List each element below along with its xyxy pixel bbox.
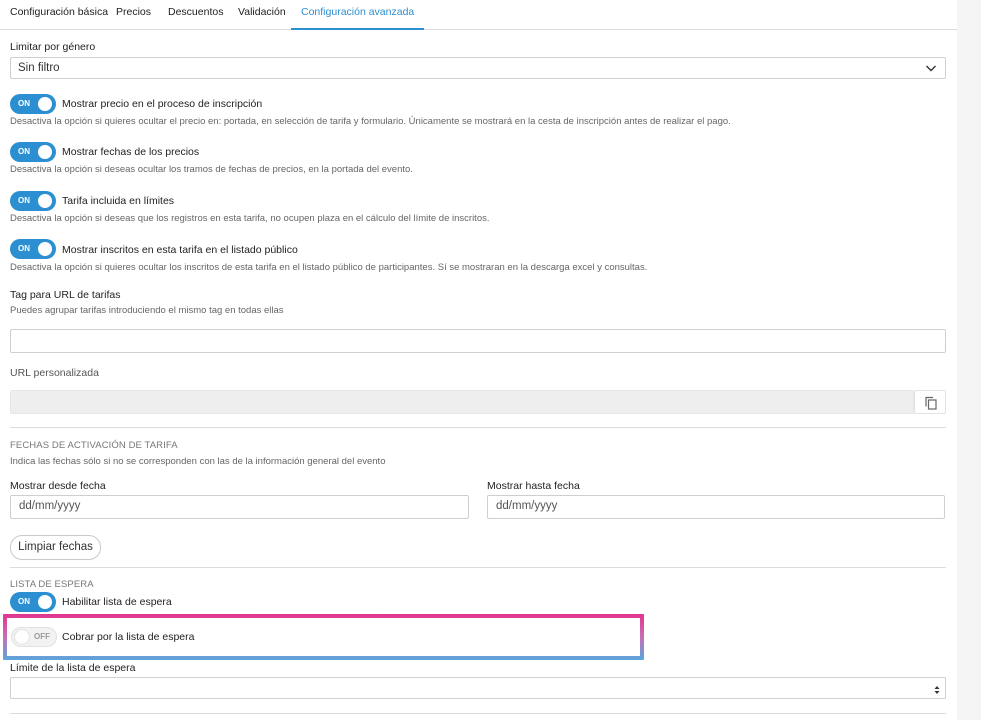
tab-advanced-config[interactable]: Configuración avanzada xyxy=(291,0,425,30)
toggle-knob xyxy=(38,242,52,256)
spinner-arrows-icon[interactable] xyxy=(933,684,941,696)
tag-help: Puedes agrupar tarifas introduciendo el … xyxy=(10,305,284,316)
show-price-label: Mostrar precio en el proceso de inscripc… xyxy=(62,98,263,110)
toggle-state-text: ON xyxy=(18,196,30,205)
page-scrollbar-rail[interactable] xyxy=(957,0,981,720)
waitlist-limit-label: Límite de la lista de espera xyxy=(10,662,136,674)
toggle-state-text: ON xyxy=(18,99,30,108)
show-price-help: Desactiva la opción si quieres ocultar e… xyxy=(10,116,731,127)
from-date-input[interactable]: dd/mm/yyyy xyxy=(10,495,469,519)
to-date-label: Mostrar hasta fecha xyxy=(487,480,580,492)
tag-label: Tag para URL de tarifas xyxy=(10,289,121,301)
tag-input[interactable] xyxy=(10,329,946,353)
waitlist-limit-input[interactable] xyxy=(10,677,946,699)
toggle-state-text: ON xyxy=(18,597,30,606)
chevron-down-icon xyxy=(926,65,936,72)
include-in-limits-toggle[interactable]: ON xyxy=(10,191,56,211)
section-divider xyxy=(10,567,946,568)
enable-waitlist-toggle[interactable]: ON xyxy=(10,592,56,612)
copy-icon xyxy=(925,396,937,410)
copy-url-button[interactable] xyxy=(914,390,946,414)
tab-prices[interactable]: Precios xyxy=(116,0,151,30)
custom-url-label: URL personalizada xyxy=(10,367,99,379)
toggle-state-text: ON xyxy=(18,244,30,253)
gender-select[interactable]: Sin filtro xyxy=(10,57,946,79)
activation-section-title: FECHAS DE ACTIVACIÓN DE TARIFA xyxy=(10,440,178,451)
show-price-dates-help: Desactiva la opción si deseas ocultar lo… xyxy=(10,164,413,175)
custom-url-field[interactable] xyxy=(10,390,914,414)
tab-discounts[interactable]: Descuentos xyxy=(168,0,223,30)
show-public-list-label: Mostrar inscritos en esta tarifa en el l… xyxy=(62,244,298,256)
toggle-state-text: OFF xyxy=(34,632,50,641)
toggle-knob xyxy=(15,630,29,644)
show-price-toggle[interactable]: ON xyxy=(10,94,56,114)
toggle-knob xyxy=(38,145,52,159)
include-in-limits-help: Desactiva la opción si deseas que los re… xyxy=(10,213,490,224)
waitlist-section-title: LISTA DE ESPERA xyxy=(10,579,94,590)
tab-bar: Configuración básica Precios Descuentos … xyxy=(0,0,957,30)
to-date-input[interactable]: dd/mm/yyyy xyxy=(487,495,945,519)
show-public-list-help: Desactiva la opción si quieres ocultar l… xyxy=(10,262,648,273)
clear-dates-button[interactable]: Limpiar fechas xyxy=(10,535,101,560)
show-price-dates-toggle[interactable]: ON xyxy=(10,142,56,162)
toggle-knob xyxy=(38,97,52,111)
tab-validation[interactable]: Validación xyxy=(238,0,286,30)
toggle-knob xyxy=(38,595,52,609)
tab-basic-config[interactable]: Configuración básica xyxy=(10,0,108,30)
section-divider xyxy=(10,427,946,428)
from-date-label: Mostrar desde fecha xyxy=(10,480,106,492)
activation-help: Indica las fechas sólo si no se correspo… xyxy=(10,456,386,467)
charge-waitlist-label: Cobrar por la lista de espera xyxy=(62,631,195,643)
charge-waitlist-toggle[interactable]: OFF xyxy=(11,627,57,647)
include-in-limits-label: Tarifa incluida en límites xyxy=(62,195,175,207)
gender-select-value: Sin filtro xyxy=(18,62,60,74)
show-public-list-toggle[interactable]: ON xyxy=(10,239,56,259)
enable-waitlist-label: Habilitar lista de espera xyxy=(62,596,172,608)
toggle-state-text: ON xyxy=(18,147,30,156)
section-divider xyxy=(10,713,946,714)
toggle-knob xyxy=(38,194,52,208)
show-price-dates-label: Mostrar fechas de los precios xyxy=(62,146,200,158)
gender-label: Limitar por género xyxy=(10,41,96,53)
